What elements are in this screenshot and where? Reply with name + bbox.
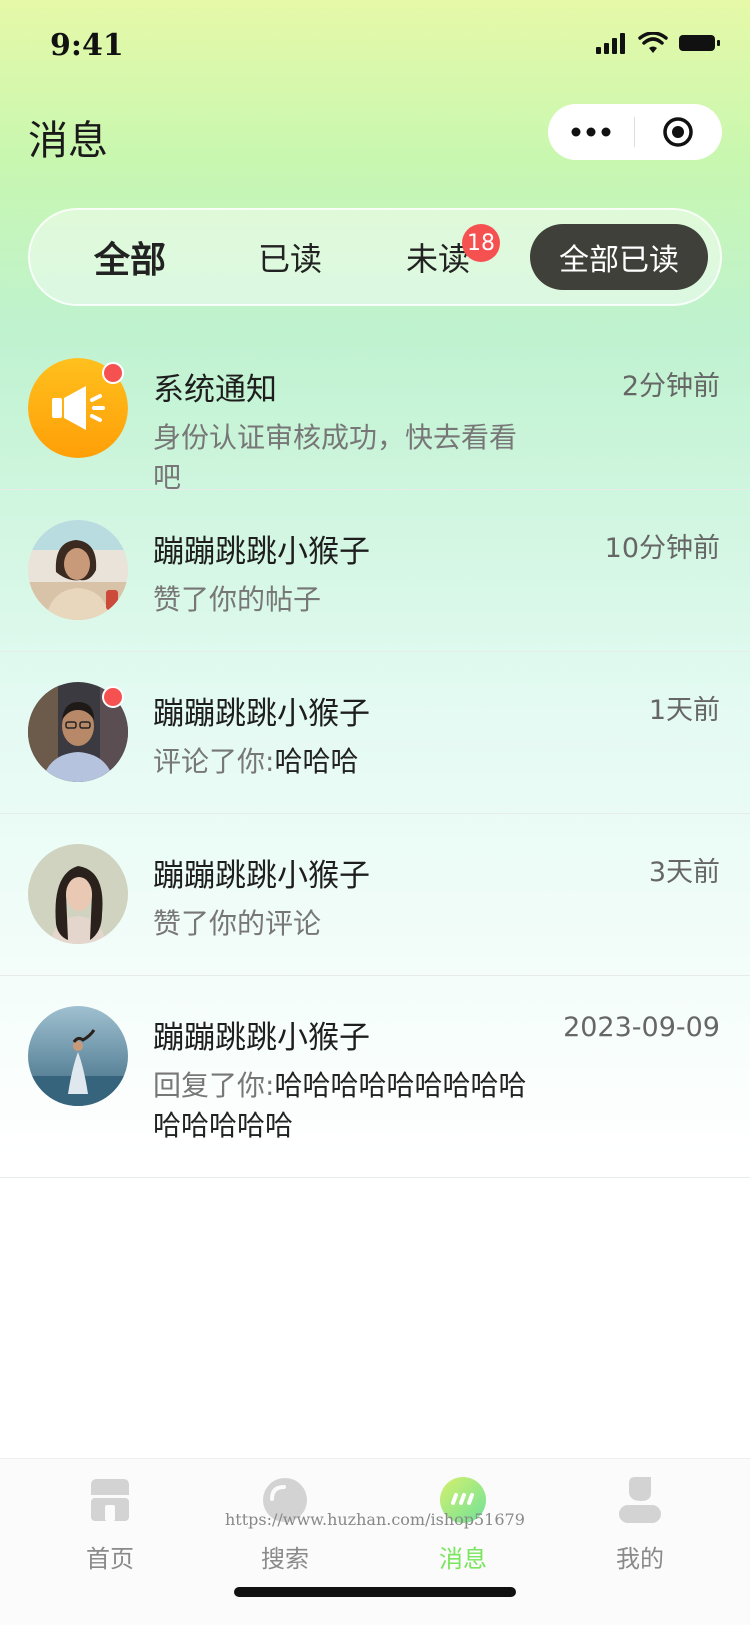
close-mini-program-button[interactable] (635, 104, 721, 160)
tab-profile[interactable]: 我的 (585, 1475, 695, 1574)
message-content: 赞了你的帖子 (153, 583, 322, 616)
page-title: 消息 (28, 118, 108, 164)
avatar (28, 520, 128, 620)
battery-icon (679, 35, 720, 51)
mini-program-capsule (548, 104, 722, 160)
message-time: 2023-09-09 (563, 1012, 720, 1043)
tab-all[interactable]: 全部 (70, 210, 190, 304)
status-time: 9:41 (50, 28, 124, 63)
more-dots-icon (571, 127, 611, 137)
message-sender: 蹦蹦跳跳小猴子 (153, 696, 370, 732)
user-photo-icon (28, 844, 128, 944)
target-icon (663, 117, 693, 147)
avatar (28, 1006, 128, 1106)
wifi-icon (638, 32, 668, 53)
profile-icon (619, 1477, 661, 1523)
content-prefix: 回复了你: (153, 1069, 275, 1102)
bottom-tab-bar: 首页 搜索 消息 我的 (0, 1458, 750, 1625)
tab-home[interactable]: 首页 (55, 1475, 165, 1574)
message-content: 赞了你的评论 (153, 907, 322, 940)
message-content: 评论了你:哈哈哈 (153, 742, 533, 782)
message-list: 系统通知 2分钟前 身份认证审核成功，快去看看吧 蹦蹦跳跳小猴子 10分钟前 赞… (0, 328, 750, 1178)
home-indicator (234, 1587, 516, 1597)
unread-dot (102, 686, 124, 708)
content-highlight: 哈哈哈 (274, 745, 359, 778)
signal-icon (596, 33, 625, 54)
tab-search-label: 搜索 (261, 1545, 309, 1573)
filter-tabs: 全部 已读 未读 18 全部已读 (28, 208, 722, 306)
user-photo-icon (28, 1006, 128, 1106)
tab-message-label: 消息 (439, 1545, 487, 1573)
message-time: 1天前 (648, 695, 720, 726)
content-prefix: 评论了你: (153, 745, 275, 778)
more-button[interactable] (548, 104, 634, 160)
tab-profile-label: 我的 (616, 1545, 664, 1573)
message-time: 2分钟前 (621, 371, 720, 402)
watermark-text: https://www.huzhan.com/ishop51679 (225, 1510, 525, 1529)
tab-read[interactable]: 已读 (230, 210, 350, 304)
user-photo-icon (28, 520, 128, 620)
message-sender: 系统通知 (153, 372, 277, 408)
tab-home-label: 首页 (86, 1545, 134, 1573)
list-item[interactable]: 蹦蹦跳跳小猴子 10分钟前 赞了你的帖子 (0, 490, 750, 652)
message-content: 身份认证审核成功，快去看看吧 (153, 421, 518, 494)
unread-dot (102, 362, 124, 384)
home-icon (91, 1479, 129, 1521)
message-sender: 蹦蹦跳跳小猴子 (153, 534, 370, 570)
status-bar: 9:41 (0, 0, 750, 92)
page-header: 消息 (0, 92, 750, 202)
message-time: 10分钟前 (604, 533, 720, 564)
message-sender: 蹦蹦跳跳小猴子 (153, 1020, 370, 1056)
status-icons (596, 32, 722, 54)
avatar (28, 844, 128, 944)
list-item[interactable]: 蹦蹦跳跳小猴子 1天前 评论了你:哈哈哈 (0, 652, 750, 814)
list-item[interactable]: 蹦蹦跳跳小猴子 3天前 赞了你的评论 (0, 814, 750, 976)
list-item[interactable]: 蹦蹦跳跳小猴子 2023-09-09 回复了你:哈哈哈哈哈哈哈哈哈哈哈哈哈哈 (0, 976, 750, 1178)
message-time: 3天前 (648, 857, 720, 888)
message-content: 回复了你:哈哈哈哈哈哈哈哈哈哈哈哈哈哈 (153, 1066, 533, 1146)
list-item[interactable]: 系统通知 2分钟前 身份认证审核成功，快去看看吧 (0, 328, 750, 494)
message-sender: 蹦蹦跳跳小猴子 (153, 858, 370, 894)
mark-all-read-button[interactable]: 全部已读 (530, 224, 708, 290)
unread-count-badge: 18 (462, 224, 500, 262)
